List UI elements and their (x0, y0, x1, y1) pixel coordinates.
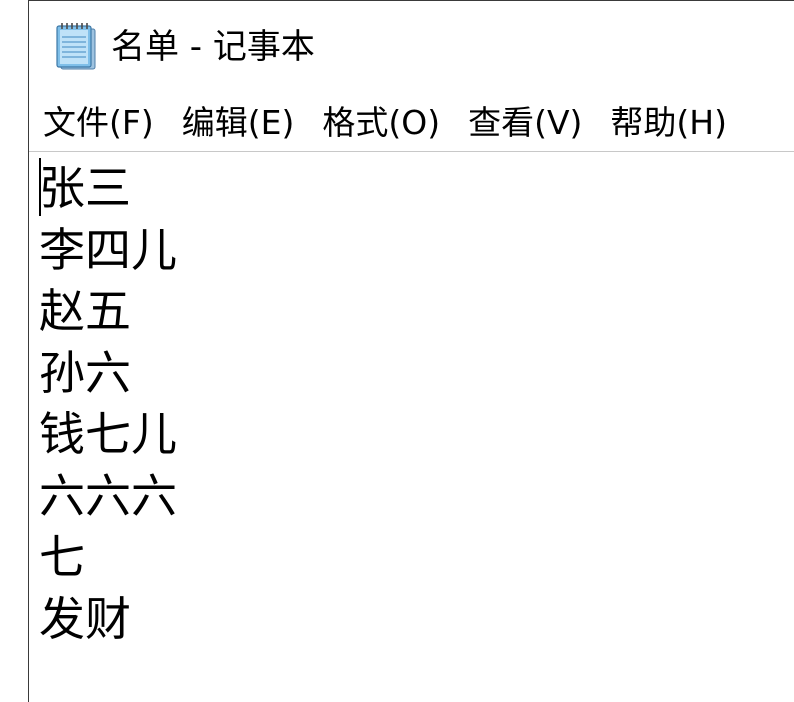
notepad-icon (53, 21, 101, 73)
text-line: 赵五 (39, 284, 131, 338)
text-line: 李四儿 (39, 222, 177, 277)
menu-bar: 文件(F) 编辑(E) 格式(O) 查看(V) 帮助(H) (29, 97, 794, 149)
menu-format[interactable]: 格式(O) (308, 99, 454, 147)
text-lines: 张三 李四儿 赵五 孙六 钱七儿 六六六 七 发财 (39, 158, 177, 650)
text-editor-area[interactable]: 张三 李四儿 赵五 孙六 钱七儿 六六六 七 发财 (29, 151, 794, 702)
menu-edit[interactable]: 编辑(E) (168, 99, 309, 147)
menu-help[interactable]: 帮助(H) (596, 99, 741, 147)
menu-file[interactable]: 文件(F) (29, 99, 168, 147)
text-line: 张三 (39, 161, 131, 215)
text-line: 发财 (39, 591, 131, 646)
notepad-window: 名单 - 记事本 文件(F) 编辑(E) 格式(O) 查看(V) 帮助(H) 张… (28, 0, 794, 702)
window-title: 名单 - 记事本 (111, 27, 315, 67)
menu-view[interactable]: 查看(V) (454, 99, 596, 147)
text-line: 六六六 (39, 468, 177, 523)
title-bar[interactable]: 名单 - 记事本 (29, 1, 794, 89)
text-line: 钱七儿 (39, 407, 177, 461)
text-line: 七 (39, 530, 85, 584)
text-caret (39, 158, 41, 216)
text-line: 孙六 (39, 345, 131, 400)
